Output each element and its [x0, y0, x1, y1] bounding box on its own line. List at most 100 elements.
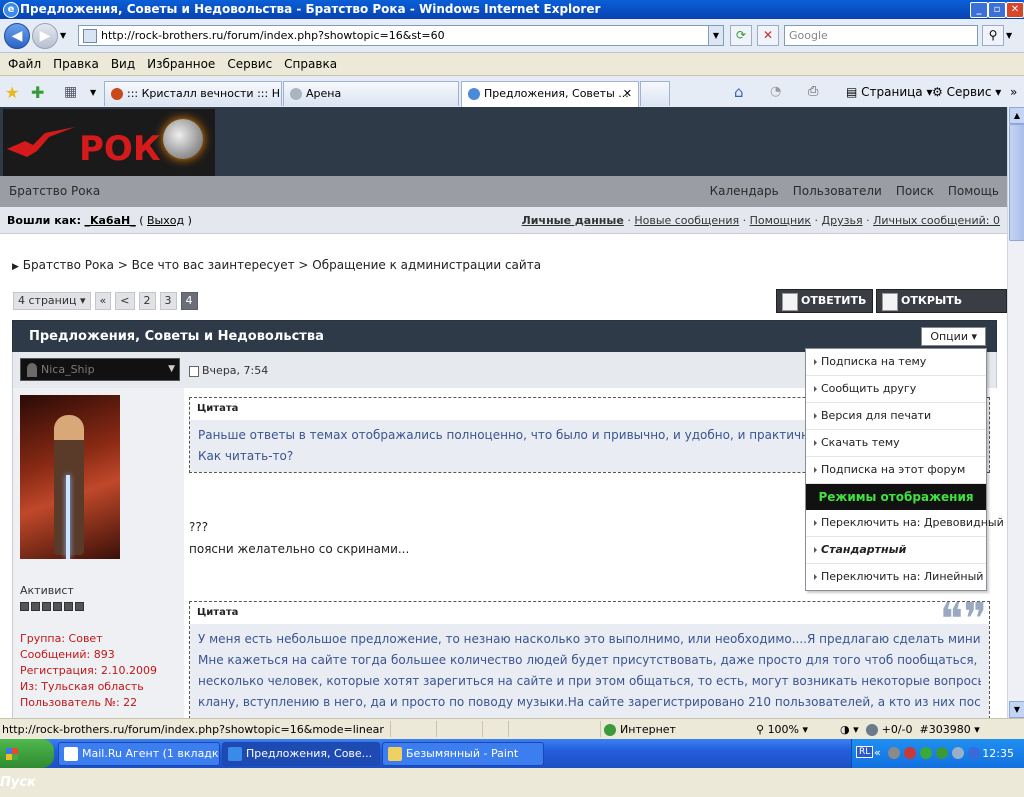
new-topic-button[interactable]: ОТКРЫТЬ ТЕМУ	[876, 289, 1007, 329]
maximize-button[interactable]: ▫	[988, 2, 1006, 18]
security-zone[interactable]: Интернет	[604, 723, 676, 736]
menu-item-label: Сообщить другу	[821, 382, 917, 395]
tab-list-icon[interactable]: ▼	[90, 88, 96, 97]
close-button[interactable]: ✕	[1006, 2, 1024, 18]
options-menu: Подписка на тему Сообщить другу Версия д…	[805, 348, 1004, 591]
agent-icon[interactable]	[920, 747, 932, 759]
menu-edit[interactable]: Правка	[47, 53, 105, 75]
new-topic-icon	[882, 293, 898, 311]
stop-icon[interactable]: ✕	[757, 25, 779, 46]
avatar	[20, 395, 120, 559]
post-time[interactable]: Вчера, 7:54	[189, 364, 268, 377]
page-menu[interactable]: ▤ Страница ▾	[846, 82, 933, 102]
display-modes-header: Режимы отображения	[806, 484, 986, 510]
new-tab-button[interactable]	[640, 81, 670, 106]
clock: 12:35	[982, 747, 1014, 760]
feeds-icon[interactable]: ◔	[770, 82, 781, 102]
friends-link[interactable]: Друзья	[822, 214, 863, 227]
scroll-down-icon[interactable]: ▼	[1009, 701, 1024, 718]
page-prev[interactable]: <	[115, 292, 135, 310]
author-dropdown[interactable]: Nica_Ship ▼	[20, 358, 180, 381]
topic-title: Предложения, Советы и Недовольства	[29, 329, 324, 344]
forward-button[interactable]: ▶	[32, 23, 58, 49]
quote-line: клану, вступлению в него, да и просто по…	[198, 695, 981, 709]
assistant-link[interactable]: Помощник	[750, 214, 811, 227]
history-dropdown-icon[interactable]: ▼	[60, 31, 66, 40]
update-icon[interactable]	[968, 747, 980, 759]
options-button[interactable]: Опции ▾	[921, 327, 986, 346]
author-group: Группа: Совет	[20, 632, 103, 645]
new-posts-link[interactable]: Новые сообщения	[634, 214, 739, 227]
page-3[interactable]: 3	[159, 292, 177, 310]
quick-tabs-icon[interactable]: ▦	[64, 84, 77, 100]
nav-search[interactable]: Поиск	[896, 184, 934, 198]
network-icon[interactable]	[888, 747, 900, 759]
page-count-dropdown[interactable]: 4 страниц ▾	[13, 292, 91, 310]
menu-subscribe-topic[interactable]: Подписка на тему	[806, 349, 986, 376]
menu-download-topic[interactable]: Скачать тему	[806, 430, 986, 457]
logged-in-label: Вошли как:	[7, 214, 81, 227]
more-chevron-icon[interactable]: »	[1010, 82, 1017, 102]
tools-menu[interactable]: ⚙ Сервис ▾	[932, 82, 1001, 102]
page-2[interactable]: 2	[138, 292, 156, 310]
antivirus-icon[interactable]	[904, 747, 916, 759]
menu-mode-linear[interactable]: Переключить на: Линейный	[806, 564, 986, 590]
language-indicator[interactable]: RL	[856, 746, 874, 758]
volume-icon[interactable]	[952, 747, 964, 759]
task-mailru-agent[interactable]: Mail.Ru Агент (1 вкладка)	[58, 742, 220, 766]
menu-tools[interactable]: Сервис	[221, 53, 278, 75]
home-icon[interactable]: ⌂	[734, 82, 744, 102]
breadcrumb-home[interactable]: Братство Рока	[23, 258, 114, 272]
menu-file[interactable]: Файл	[2, 53, 47, 75]
my-controls-link[interactable]: Личные данные	[522, 214, 624, 227]
site-brand-link[interactable]: Братство Рока	[9, 184, 100, 198]
menu-print-version[interactable]: Версия для печати	[806, 403, 986, 430]
add-favorites-icon[interactable]: ✚	[31, 83, 44, 102]
task-ie[interactable]: Предложения, Сове...	[222, 742, 380, 766]
messages-link[interactable]: Личных сообщений: 0	[873, 214, 1000, 227]
nav-users[interactable]: Пользователи	[793, 184, 882, 198]
menu-help[interactable]: Справка	[278, 53, 343, 75]
task-paint[interactable]: Безымянный - Paint	[382, 742, 544, 766]
tab-bar: ★ ✚ ▦ ▼ ::: Кристалл вечности ::: Н... А…	[0, 76, 1024, 108]
search-icon[interactable]: ⚲	[982, 25, 1004, 46]
scroll-thumb[interactable]	[1009, 124, 1024, 241]
address-dropdown-icon[interactable]: ▼	[708, 26, 723, 45]
page-first[interactable]: «	[94, 292, 112, 310]
site-logo[interactable]: РОК	[3, 109, 215, 176]
vertical-scrollbar[interactable]: ▲ ▼	[1007, 107, 1024, 718]
start-button[interactable]: Пуск	[0, 739, 54, 790]
favorites-star-icon[interactable]: ★	[5, 83, 19, 102]
tab-suggestions[interactable]: Предложения, Советы ... ✕	[461, 81, 639, 107]
scroll-up-icon[interactable]: ▲	[1009, 107, 1024, 124]
address-field[interactable]: http://rock-brothers.ru/forum/index.php?…	[78, 25, 724, 46]
menu-mode-threaded[interactable]: Переключить на: Древовидный	[806, 510, 1004, 537]
breadcrumb-subforum[interactable]: Обращение к администрации сайта	[312, 258, 541, 272]
tab-close-icon[interactable]: ✕	[623, 82, 632, 106]
menu-mode-standard[interactable]: Стандартный	[806, 537, 986, 564]
windows-logo-icon	[6, 747, 18, 760]
globe-icon	[604, 724, 616, 736]
reply-button[interactable]: ОТВЕТИТЬ	[776, 289, 874, 313]
zoom-control[interactable]: ⚲ 100% ▾	[756, 723, 808, 736]
menu-email-friend[interactable]: Сообщить другу	[806, 376, 986, 403]
refresh-icon[interactable]: ⟳	[730, 25, 752, 46]
status-divider	[600, 721, 601, 737]
nav-calendar[interactable]: Календарь	[710, 184, 779, 198]
tab-crystal[interactable]: ::: Кристалл вечности ::: Н...	[104, 81, 282, 106]
search-options-icon[interactable]: ▼	[1006, 31, 1012, 40]
minimize-button[interactable]: _	[970, 2, 988, 18]
back-button[interactable]: ◀	[4, 23, 30, 49]
print-icon[interactable]: ⎙	[808, 82, 818, 102]
icq-icon[interactable]	[936, 747, 948, 759]
tab-arena[interactable]: Арена	[283, 81, 459, 106]
search-input[interactable]: Google	[784, 25, 978, 46]
menu-view[interactable]: Вид	[105, 53, 141, 75]
username-link[interactable]: _Ka6aH_	[84, 214, 135, 227]
menu-favorites[interactable]: Избранное	[141, 53, 221, 75]
tray-expand-icon[interactable]: «	[874, 746, 881, 759]
breadcrumb-forum[interactable]: Все что вас заинтересует	[132, 258, 295, 272]
menu-subscribe-forum[interactable]: Подписка на этот форум	[806, 457, 986, 484]
logout-link[interactable]: Выход	[147, 214, 184, 227]
nav-help[interactable]: Помощь	[948, 184, 999, 198]
